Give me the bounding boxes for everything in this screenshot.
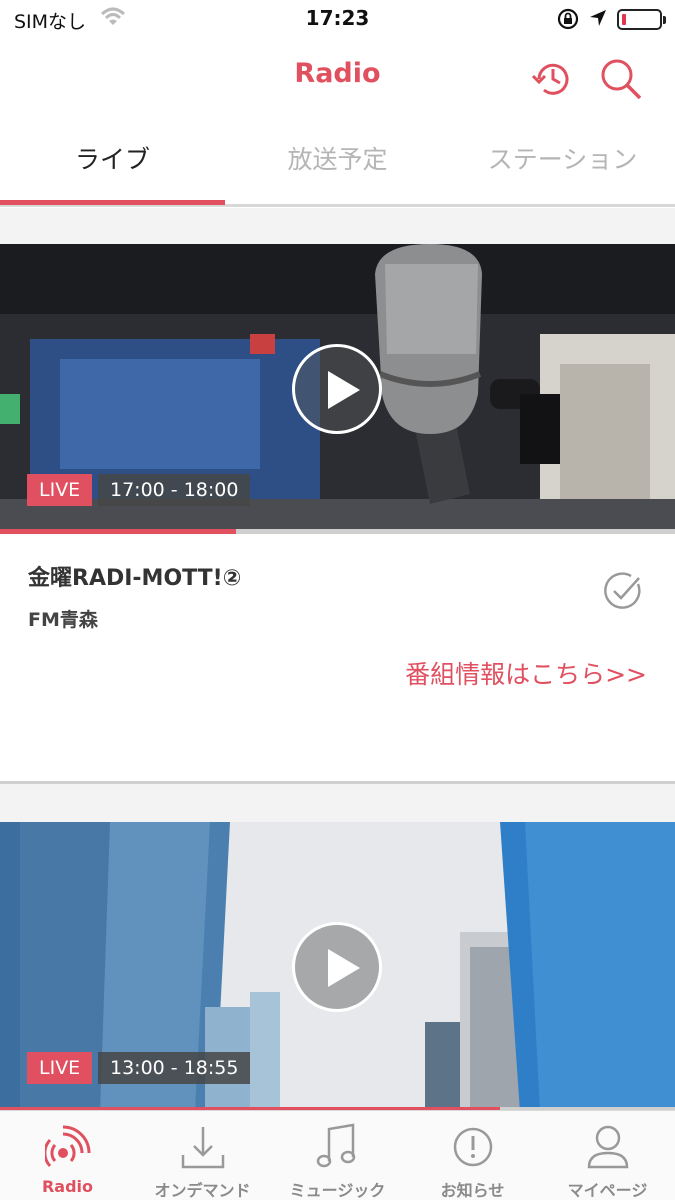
broadcast-time: 13:00 - 18:55 [98,1052,251,1084]
program-thumbnail[interactable]: LIVE 13:00 - 18:55 [0,822,675,1112]
rotation-lock-icon [556,7,580,35]
broadcast-progress [0,529,237,534]
tab-active-indicator [0,200,225,205]
play-button[interactable] [292,344,382,434]
user-icon [587,1125,629,1169]
history-icon[interactable] [530,56,576,106]
location-icon [588,8,608,32]
download-icon [181,1127,225,1169]
tab-schedule[interactable]: 放送予定 [225,140,450,176]
play-button[interactable] [292,922,382,1012]
section-gap [0,784,675,822]
nav-item-on-demand[interactable]: オンデマンド [135,1111,270,1200]
status-bar: SIMなし 17:23 [0,0,675,40]
tab-bar: ライブ 放送予定 ステーション [0,118,675,208]
broadcast-time: 17:00 - 18:00 [98,474,251,506]
nav-label: Radio [41,1177,94,1196]
nav-item-notices[interactable]: お知らせ [405,1111,540,1200]
app-header: Radio [0,40,675,112]
nav-item-music[interactable]: ミュージック [270,1111,405,1200]
section-gap [0,208,675,244]
nav-label: お知らせ [440,1181,505,1200]
nav-label: オンデマンド [154,1181,251,1200]
live-badge: LIVE [27,1052,93,1084]
music-note-icon [316,1123,356,1168]
search-icon[interactable] [598,56,644,106]
tab-stations[interactable]: ステーション [450,140,675,176]
program-card[interactable]: LIVE 17:00 - 18:00 金曜RADI-MOTT!② FM青森 番組… [0,244,675,784]
nav-item-my-page[interactable]: マイページ [540,1111,675,1200]
program-title[interactable]: 金曜RADI-MOTT!② [28,560,241,592]
program-card[interactable]: LIVE 13:00 - 18:55 [0,822,675,1112]
radio-icon [45,1125,91,1168]
live-badge: LIVE [27,474,93,506]
program-thumbnail[interactable]: LIVE 17:00 - 18:00 [0,244,675,534]
battery-icon [617,9,666,30]
bottom-nav: Radio オンデマンド ミュージック お知らせ マイページ [0,1110,675,1200]
program-info-link[interactable]: 番組情報はこちら>> [405,655,647,691]
info-icon [453,1127,493,1167]
nav-label: ミュージック [289,1181,386,1200]
check-icon[interactable] [602,570,644,616]
nav-label: マイページ [567,1181,648,1200]
nav-item-radio[interactable]: Radio [0,1111,135,1200]
tab-live[interactable]: ライブ [0,140,225,176]
station-name: FM青森 [28,609,98,631]
